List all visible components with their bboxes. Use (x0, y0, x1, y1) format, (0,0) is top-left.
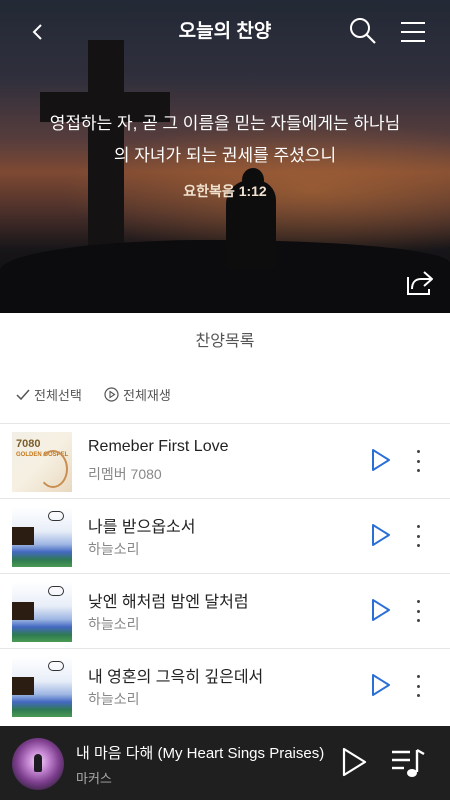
play-icon (372, 449, 390, 471)
playlist-icon (392, 748, 425, 777)
song-more-button[interactable] (408, 600, 428, 622)
song-more-button[interactable] (408, 450, 428, 472)
song-title: Remeber First Love (88, 438, 229, 455)
search-icon (350, 18, 376, 44)
play-all-button[interactable]: 전체재생 (104, 385, 171, 404)
song-artist: 하늘소리 (88, 541, 140, 557)
song-row[interactable]: 낮엔 해처럼 밤엔 달처럼 하늘소리 (0, 573, 450, 648)
now-playing-play-button[interactable] (340, 746, 368, 778)
song-play-button[interactable] (370, 673, 392, 697)
album-art-text-7080: 7080 (16, 438, 41, 450)
play-all-label: 전체재생 (123, 388, 171, 403)
verse-reference: 요한복음 1:12 (183, 183, 267, 199)
play-icon (342, 747, 367, 777)
song-artist: 하늘소리 (88, 691, 140, 707)
verse-line-1: 영접하는 자, 곧 그 이름을 믿는 자들에게는 하나님 (49, 114, 401, 133)
page-title: 오늘의 찬양 (178, 21, 272, 42)
share-icon (407, 271, 433, 295)
song-more-button[interactable] (408, 675, 428, 697)
share-button[interactable] (402, 264, 436, 298)
keyhole-shape (34, 754, 42, 772)
bible-verse: 영접하는 자, 곧 그 이름을 믿는 자들에게는 하나님 의 자녀가 되는 권세… (20, 108, 430, 172)
song-list: 7080 GOLDEN GOSPEL Remeber First Love 리멤… (0, 423, 450, 723)
song-artist: 리멤버 7080 (88, 466, 162, 482)
song-row[interactable]: 나를 받으옵소서 하늘소리 (0, 498, 450, 573)
list-title-bar: 찬양목록 (0, 313, 450, 365)
song-title: 나를 받으옵소서 (88, 519, 196, 536)
mini-player[interactable]: 내 마음 다해 (My Heart Sings Praises) 마커스 (0, 726, 450, 800)
song-play-button[interactable] (370, 598, 392, 622)
golden-gospel-album-art: 7080 GOLDEN GOSPEL (12, 432, 72, 492)
hamburger-menu-icon (401, 22, 425, 42)
list-title: 찬양목록 (195, 333, 255, 350)
sky-album-art (12, 582, 72, 642)
hero-banner: 오늘의 찬양 영접하는 자, 곧 그 이름을 믿는 자들에게는 하나님 의 자녀… (0, 0, 450, 313)
song-play-button[interactable] (370, 523, 392, 547)
select-all-button[interactable]: 전체선택 (16, 385, 82, 404)
song-row[interactable]: 7080 GOLDEN GOSPEL Remeber First Love 리멤… (0, 423, 450, 498)
menu-button[interactable] (399, 18, 427, 46)
song-row[interactable]: 내 영혼의 그윽히 깊은데서 하늘소리 (0, 648, 450, 723)
play-icon (372, 599, 390, 621)
album-art-swirl (38, 450, 68, 488)
song-title: 낮엔 해처럼 밤엔 달처럼 (88, 594, 249, 611)
now-playing-album-art (12, 738, 64, 790)
play-circle-icon (104, 387, 119, 402)
play-icon (372, 674, 390, 696)
list-actions: 전체선택 전체재생 (0, 365, 450, 423)
now-playing-title: 내 마음 다해 (My Heart Sings Praises) (76, 745, 325, 762)
top-bar: 오늘의 찬양 (0, 0, 450, 62)
check-icon (16, 389, 30, 400)
sky-album-art (12, 507, 72, 567)
select-all-label: 전체선택 (34, 388, 82, 403)
song-artist: 하늘소리 (88, 616, 140, 632)
song-play-button[interactable] (370, 448, 392, 472)
verse-line-2: 의 자녀가 되는 권세를 주셨으니 (113, 146, 337, 165)
now-playing-artist: 마커스 (76, 771, 112, 786)
song-title: 내 영혼의 그윽히 깊은데서 (88, 669, 264, 686)
play-icon (372, 524, 390, 546)
more-vertical-icon-dot (416, 450, 420, 453)
search-button[interactable] (348, 16, 378, 46)
song-more-button[interactable] (408, 525, 428, 547)
sky-album-art (12, 657, 72, 717)
playlist-button[interactable] (390, 746, 426, 780)
